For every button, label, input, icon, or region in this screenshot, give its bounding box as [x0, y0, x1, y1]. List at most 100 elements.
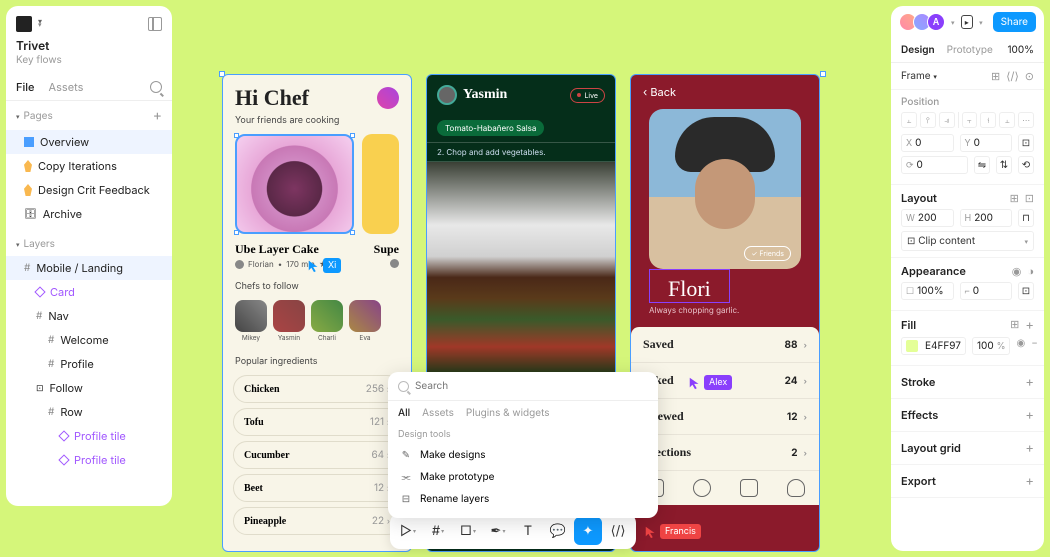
add-fill-button[interactable]: +	[1025, 317, 1034, 333]
tidy-icon[interactable]: ⊞	[991, 69, 1000, 83]
tab-design[interactable]: Design	[901, 44, 935, 56]
mockup-profile[interactable]: ‹ Back ✓ Friends Flori Always chopping g…	[630, 74, 820, 552]
clip-content-select[interactable]: ⊡ Clip content▾	[901, 231, 1034, 251]
text-tool[interactable]: T	[514, 517, 542, 545]
y-input[interactable]: Y0	[960, 134, 1013, 152]
chef-item: Mikey	[235, 300, 267, 342]
collaborator-cursor-francis: Francis	[644, 524, 701, 539]
search-icon	[693, 479, 711, 497]
back-button: ‹ Back	[631, 75, 819, 109]
layout-grid-label: Layout grid	[901, 441, 961, 455]
align-bottom-icon[interactable]: ⫠	[999, 112, 1015, 128]
collaborator-avatars[interactable]: A	[899, 13, 945, 31]
layer-profile-tile-2[interactable]: Profile tile	[6, 448, 172, 472]
visibility-icon[interactable]: ◉	[1012, 264, 1022, 278]
align-middle-icon[interactable]: ⫮	[980, 112, 996, 128]
align-right-icon[interactable]: ⫣	[939, 112, 955, 128]
present-button[interactable]	[961, 15, 974, 29]
page-design-crit[interactable]: Design Crit Feedback	[6, 178, 172, 202]
move-tool[interactable]: ▷▾	[394, 517, 422, 545]
friends-badge: ✓ Friends	[744, 246, 791, 261]
figma-menu-icon[interactable]	[16, 16, 32, 32]
search-input[interactable]	[415, 380, 648, 392]
opacity-input[interactable]: ☐100%	[901, 282, 954, 300]
height-input[interactable]: H200	[960, 209, 1013, 227]
page-overview[interactable]: Overview	[6, 130, 172, 154]
mockup-home[interactable]: Hi Chef Your friends are cooking Ube Lay…	[222, 74, 412, 552]
layer-card[interactable]: Card	[6, 280, 172, 304]
search-tab-all[interactable]: All	[398, 407, 410, 419]
settings-icon[interactable]: ⊙	[1025, 69, 1034, 83]
file-header[interactable]: Trivet Key flows	[6, 38, 172, 72]
frame-label[interactable]: Frame ▾	[901, 70, 937, 82]
layer-row[interactable]: Row	[6, 400, 172, 424]
zoom-level[interactable]: 100%	[1007, 44, 1034, 56]
layer-profile[interactable]: Profile	[6, 352, 172, 376]
collaborator-cursor-alex: Alex	[688, 375, 732, 390]
profile-photo: ✓ Friends	[649, 109, 801, 269]
align-more-icon[interactable]: ⋯	[1018, 112, 1034, 128]
position-options-icon[interactable]: ⊡	[1018, 134, 1034, 152]
shape-tool[interactable]: □▾	[454, 517, 482, 545]
add-grid-button[interactable]: +	[1025, 440, 1034, 456]
fill-styles-icon[interactable]: ⊞	[1010, 317, 1019, 333]
align-top-icon[interactable]: ⫟	[962, 112, 978, 128]
pen-tool[interactable]: ✒▾	[484, 517, 512, 545]
align-center-h-icon[interactable]: ⫯	[920, 112, 936, 128]
add-export-button[interactable]: +	[1025, 473, 1034, 489]
page-archive[interactable]: 🗄Archive	[6, 202, 172, 226]
align-left-icon[interactable]: ⫠	[901, 112, 917, 128]
actions-tool[interactable]: ✦	[574, 517, 602, 545]
add-effect-button[interactable]: +	[1025, 407, 1034, 423]
add-page-button[interactable]: +	[153, 107, 162, 124]
search-group-title: Design tools	[398, 429, 648, 440]
share-button[interactable]: Share	[993, 12, 1036, 32]
search-tab-assets[interactable]: Assets	[422, 407, 454, 419]
radius-input[interactable]: ⌐0	[960, 282, 1013, 300]
fill-remove-icon[interactable]: −	[1031, 337, 1038, 355]
constrain-icon[interactable]: ⊓	[1018, 209, 1034, 227]
page-copy-iterations[interactable]: Copy Iterations	[6, 154, 172, 178]
flip-v-icon[interactable]: ⇅	[996, 156, 1012, 174]
fill-visible-icon[interactable]: ◉	[1016, 337, 1025, 355]
rotate-icon[interactable]: ⟲	[1018, 156, 1034, 174]
rotation-input[interactable]: ⟳0	[901, 156, 968, 174]
stream-name: Yasmin	[463, 87, 507, 103]
tab-prototype[interactable]: Prototype	[947, 44, 993, 56]
flip-h-icon[interactable]: ⇋	[974, 156, 990, 174]
action-make-designs[interactable]: ✎Make designs	[398, 444, 648, 466]
search-icon[interactable]	[150, 81, 162, 93]
fill-opacity-input[interactable]: 100%	[972, 337, 1011, 355]
selection-handle[interactable]	[820, 71, 826, 77]
layer-nav[interactable]: Nav	[6, 304, 172, 328]
fill-color-input[interactable]: E4FF97	[901, 337, 966, 355]
grid-icon[interactable]: ⊡	[1025, 191, 1034, 205]
live-badge: Live	[570, 88, 605, 103]
dev-mode-tool[interactable]: ⟨/⟩	[604, 517, 632, 545]
stat-row: Saved88›	[631, 327, 819, 363]
x-input[interactable]: X0	[901, 134, 954, 152]
layer-welcome[interactable]: Welcome	[6, 328, 172, 352]
bottom-toolbar: ▷▾ #▾ □▾ ✒▾ T 💬 ✦ ⟨/⟩	[390, 513, 636, 549]
toggle-sidebar-icon[interactable]	[148, 17, 162, 31]
autolayout-icon[interactable]: ⊞	[1010, 191, 1019, 205]
step-text: 2. Chop and add vegetables.	[427, 142, 615, 162]
layer-follow[interactable]: ⊡Follow	[6, 376, 172, 400]
blend-icon[interactable]: ◑	[1027, 264, 1034, 278]
search-tab-plugins[interactable]: Plugins & widgets	[466, 407, 550, 419]
dev-icon[interactable]: ⟨/⟩	[1006, 69, 1019, 83]
width-input[interactable]: W200	[901, 209, 954, 227]
frame-tool[interactable]: #▾	[424, 517, 452, 545]
comment-tool[interactable]: 💬	[544, 517, 572, 545]
layer-mobile-landing[interactable]: Mobile / Landing	[6, 256, 172, 280]
action-rename-layers[interactable]: ⊟Rename layers	[398, 488, 648, 510]
tab-file[interactable]: File	[16, 80, 35, 94]
recipe-card-selected[interactable]	[235, 134, 354, 234]
add-stroke-button[interactable]: +	[1025, 374, 1034, 390]
action-make-prototype[interactable]: ⫘Make prototype	[398, 466, 648, 488]
radius-detail-icon[interactable]: ⊡	[1018, 282, 1034, 300]
layer-profile-tile-1[interactable]: Profile tile	[6, 424, 172, 448]
recipe-name: Ube Layer Cake	[235, 238, 327, 257]
tab-assets[interactable]: Assets	[49, 80, 84, 94]
left-sidebar: ▾ Trivet Key flows File Assets ▾Pages + …	[6, 6, 172, 506]
